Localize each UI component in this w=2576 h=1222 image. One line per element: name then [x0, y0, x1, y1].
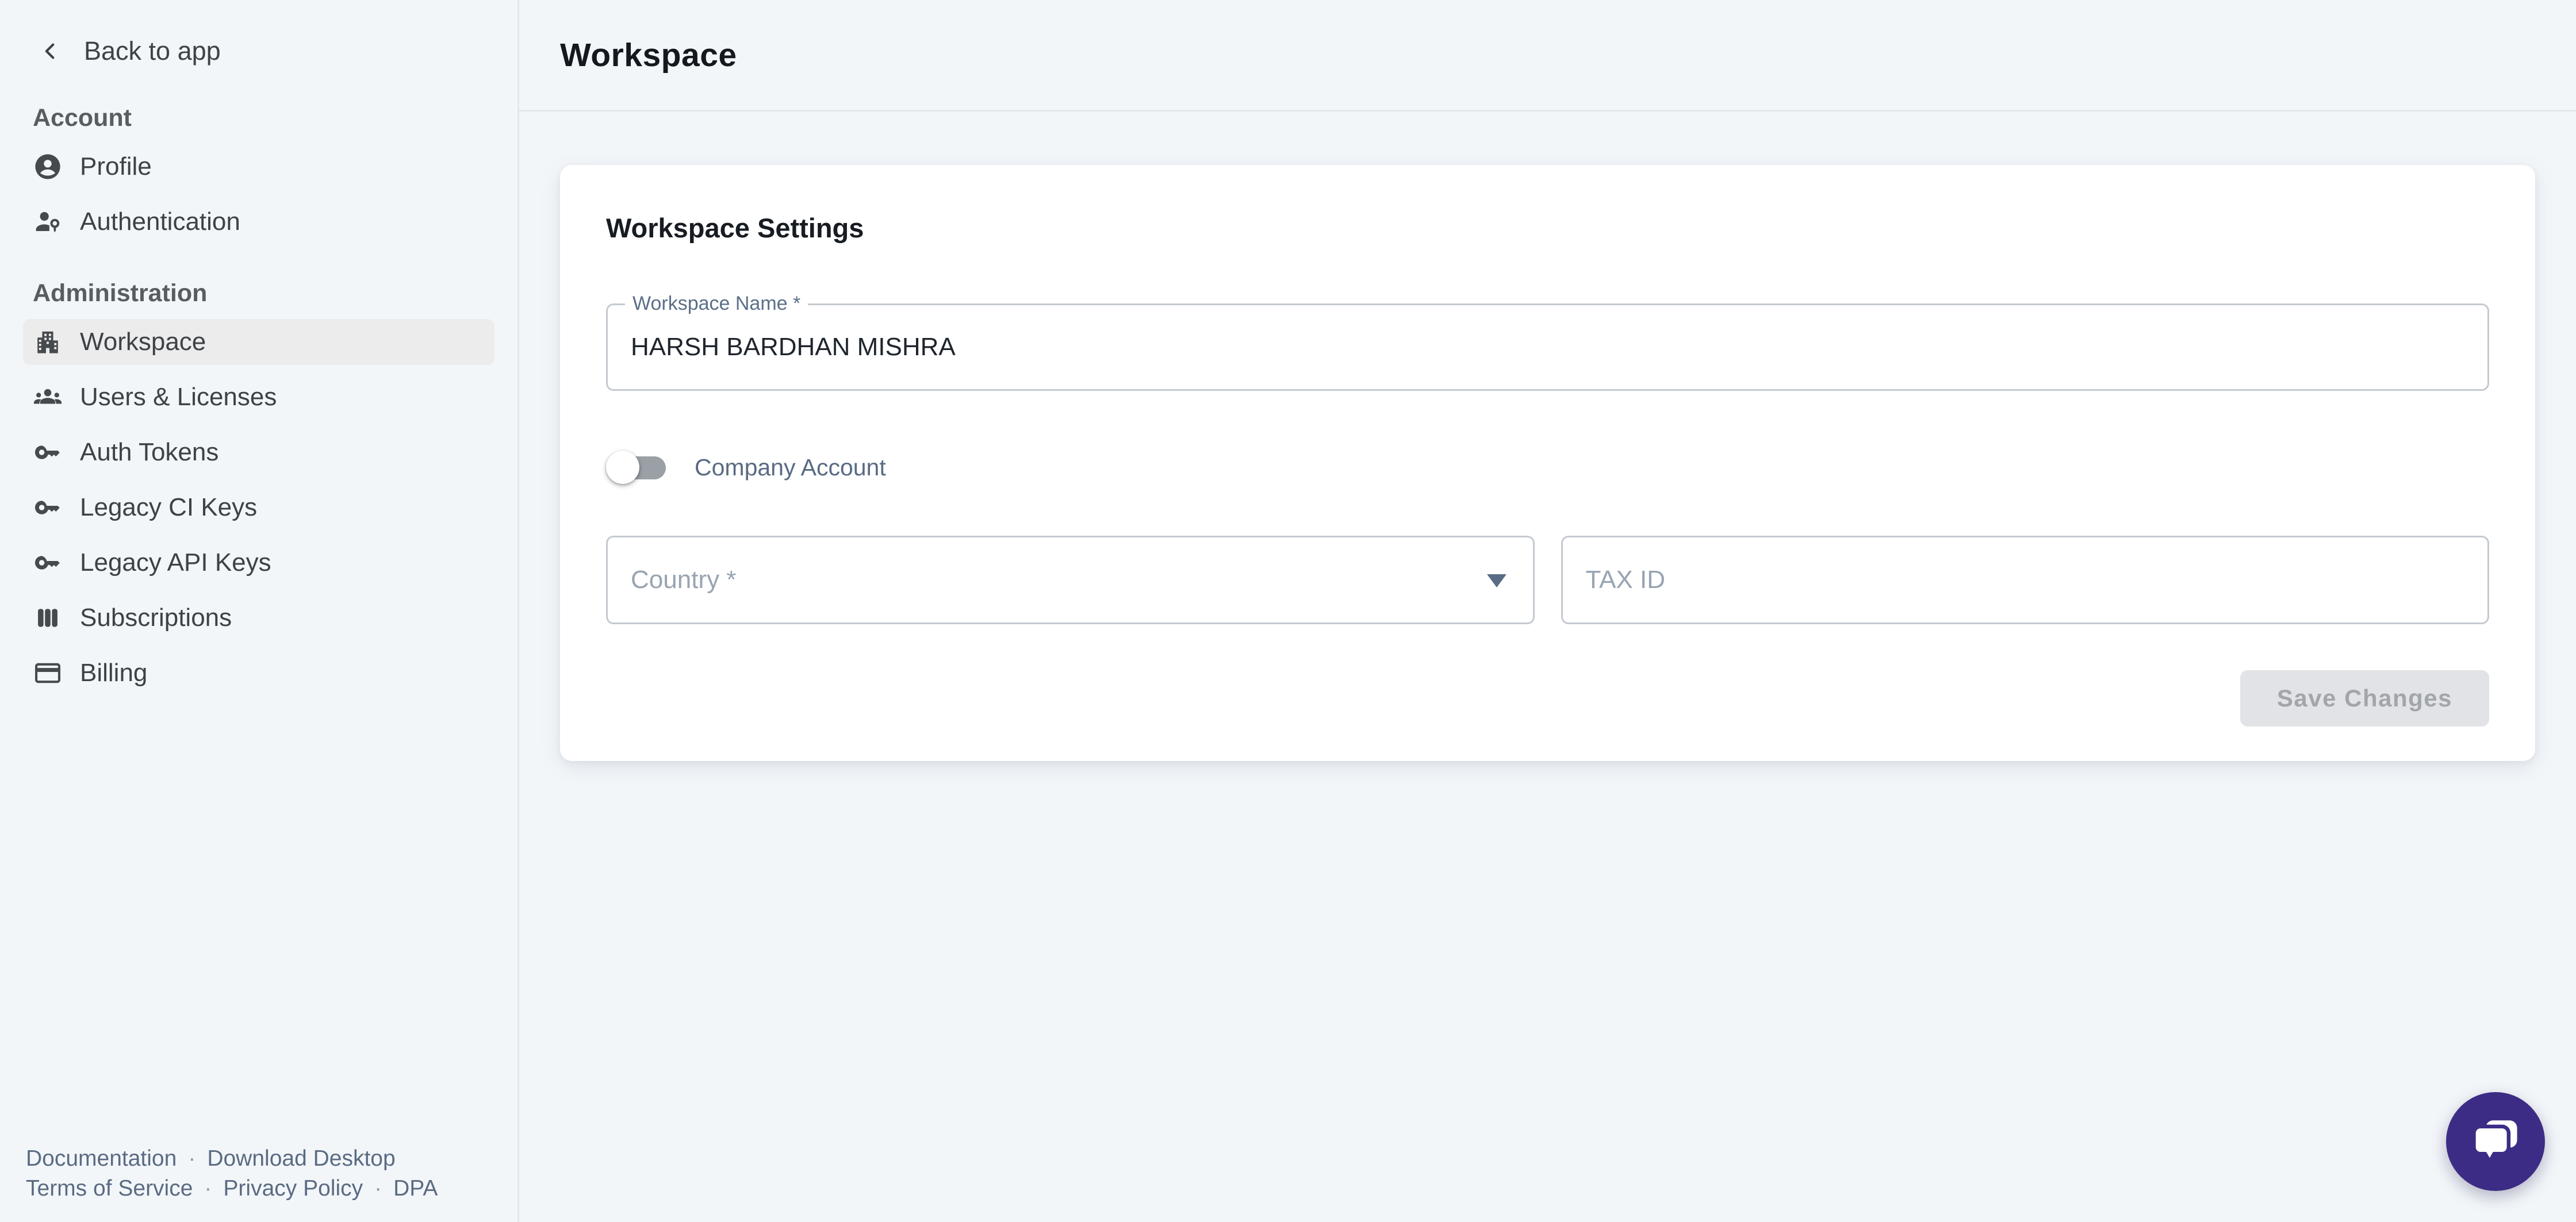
passkey-icon	[33, 207, 63, 237]
workspace-name-label: Workspace Name *	[625, 293, 808, 315]
card-actions: Save Changes	[606, 670, 2489, 727]
sidebar-item-label: Legacy API Keys	[80, 548, 271, 577]
documentation-link[interactable]: Documentation	[26, 1144, 177, 1174]
company-account-toggle[interactable]	[606, 451, 667, 484]
sidebar-item-authentication[interactable]: Authentication	[23, 199, 494, 245]
sidebar-item-profile[interactable]: Profile	[23, 144, 494, 190]
key-icon	[33, 493, 63, 522]
sidebar-item-workspace[interactable]: Workspace	[23, 319, 494, 365]
credit-card-icon	[33, 658, 63, 688]
country-label: Country *	[631, 566, 736, 594]
page-header: Workspace	[519, 0, 2576, 112]
toggle-thumb	[606, 451, 639, 484]
chat-bubbles-icon	[2467, 1113, 2524, 1170]
workspace-settings-card: Workspace Settings Workspace Name * Comp…	[560, 165, 2535, 761]
company-account-label: Company Account	[695, 454, 886, 481]
key-icon	[33, 437, 63, 467]
chat-widget-button[interactable]	[2446, 1092, 2545, 1191]
privacy-policy-link[interactable]: Privacy Policy	[223, 1174, 363, 1204]
sidebar-nav: Account Profile Authentication Adm	[23, 104, 494, 696]
sidebar-item-billing[interactable]: Billing	[23, 650, 494, 696]
chevron-left-icon	[38, 39, 62, 63]
sidebar-item-legacy-ci-keys[interactable]: Legacy CI Keys	[23, 485, 494, 531]
back-to-app-button[interactable]: Back to app	[38, 33, 494, 70]
back-to-app-label: Back to app	[84, 36, 221, 66]
workspace-name-input[interactable]	[608, 305, 2487, 389]
sidebar-item-label: Users & Licenses	[80, 383, 277, 412]
sidebar-item-label: Authentication	[80, 207, 240, 236]
footer-separator: ·	[188, 1144, 195, 1174]
download-desktop-link[interactable]: Download Desktop	[207, 1144, 395, 1174]
country-tax-row: Country *	[606, 536, 2489, 624]
dropdown-arrow-icon	[1487, 574, 1506, 587]
columns-icon	[33, 603, 63, 633]
dpa-link[interactable]: DPA	[393, 1174, 438, 1204]
footer-links-row: Terms of Service · Privacy Policy · DPA	[26, 1174, 438, 1204]
tax-id-input[interactable]	[1563, 537, 2488, 622]
key-icon	[33, 548, 63, 578]
footer-separator: ·	[374, 1174, 382, 1204]
sidebar-footer: Documentation · Download Desktop Terms o…	[26, 1144, 438, 1204]
tax-id-field	[1561, 536, 2490, 624]
page-title: Workspace	[560, 36, 737, 74]
workspace-name-field: Workspace Name *	[606, 303, 2489, 391]
app-root: Back to app Account Profile Au	[0, 0, 2576, 1222]
page-content: Workspace Settings Workspace Name * Comp…	[519, 112, 2576, 761]
footer-links-row: Documentation · Download Desktop	[26, 1144, 438, 1174]
card-title: Workspace Settings	[606, 212, 2489, 244]
sidebar-item-label: Legacy CI Keys	[80, 493, 257, 522]
sidebar-item-label: Billing	[80, 659, 147, 687]
sidebar-item-users-licenses[interactable]: Users & Licenses	[23, 374, 494, 420]
sidebar-item-subscriptions[interactable]: Subscriptions	[23, 595, 494, 641]
terms-of-service-link[interactable]: Terms of Service	[26, 1174, 193, 1204]
apartment-icon	[33, 327, 63, 357]
sidebar-item-label: Profile	[80, 152, 152, 181]
sidebar-item-label: Subscriptions	[80, 604, 232, 632]
main-area: Workspace Workspace Settings Workspace N…	[519, 0, 2576, 1222]
groups-icon	[33, 382, 63, 412]
account-circle-icon	[33, 152, 63, 182]
section-title-administration: Administration	[23, 279, 494, 308]
sidebar-item-label: Auth Tokens	[80, 438, 218, 467]
sidebar-item-legacy-api-keys[interactable]: Legacy API Keys	[23, 540, 494, 586]
sidebar-item-auth-tokens[interactable]: Auth Tokens	[23, 429, 494, 475]
company-account-row: Company Account	[606, 449, 2489, 485]
footer-separator: ·	[204, 1174, 212, 1204]
settings-sidebar: Back to app Account Profile Au	[0, 0, 519, 1222]
section-title-account: Account	[23, 104, 494, 132]
sidebar-item-label: Workspace	[80, 328, 206, 356]
save-changes-button[interactable]: Save Changes	[2240, 670, 2489, 727]
country-select[interactable]: Country *	[606, 536, 1535, 624]
